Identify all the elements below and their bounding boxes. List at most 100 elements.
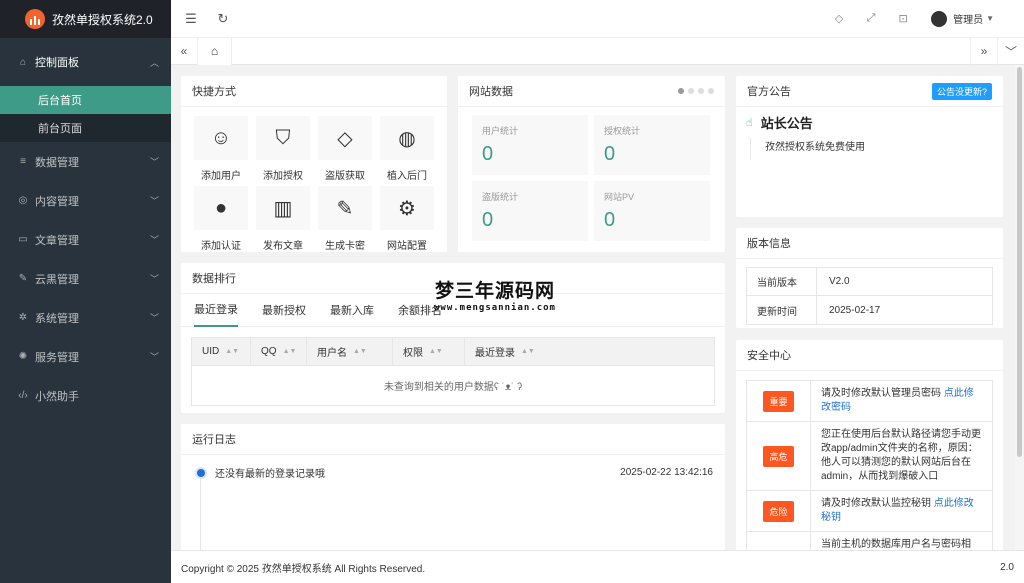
security-message: 当前主机的数据库用户名与密码相: [821, 539, 971, 550]
sidebar-item-label: 服务管理: [35, 351, 79, 364]
sidebar: 孜然单授权系统2.0 ⌂ 控制面板 ︿ 后台首页 前台页面 ≡ 数据管理 ﹀ ◎…: [0, 0, 171, 583]
card-header: 网站数据: [458, 76, 725, 107]
sidebar-item-home[interactable]: 后台首页: [0, 86, 171, 114]
stat-label: 网站PV: [604, 192, 635, 202]
sidebar-item-assistant[interactable]: ‹/› 小然助手: [0, 376, 171, 415]
sidebar-item-data[interactable]: ≡ 数据管理 ﹀: [0, 142, 171, 181]
shortcut-site-config[interactable]: ⚙ 网站配置: [380, 186, 434, 252]
scrollbar-thumb[interactable]: [1017, 67, 1022, 457]
version-table: 当前版本 V2.0 更新时间 2025-02-17: [746, 267, 993, 325]
palette-icon: ◍: [380, 116, 434, 160]
shortcut-publish[interactable]: ▥ 发布文章: [256, 186, 310, 252]
version-key: 当前版本: [747, 267, 817, 296]
version-card: 版本信息 当前版本 V2.0 更新时间 2025-02-17: [736, 228, 1003, 328]
shortcut-add-user[interactable]: ☺ 添加用户: [194, 116, 248, 182]
stat-licenses: 授权统计 0: [594, 115, 710, 175]
shortcut-label: 网站配置: [387, 241, 427, 252]
column-header-username[interactable]: 用户名 ▲▼: [307, 337, 393, 366]
column-header-uid[interactable]: UID ▲▼: [192, 337, 251, 366]
column-header-last-login[interactable]: 最近登录 ▲▼: [465, 338, 714, 366]
lock-icon[interactable]: ⊡: [887, 12, 919, 25]
logo-icon: [25, 9, 45, 29]
sidebar-group-label: 控制面板: [35, 57, 79, 69]
stat-piracy: 盗版统计 0: [472, 181, 588, 241]
stat-label: 盗版统计: [482, 192, 519, 202]
log-card: 运行日志 还没有最新的登录记录哦 2025-02-22 13:42:16: [181, 424, 725, 550]
footer-version: 2.0: [1000, 561, 1014, 573]
shortcut-piracy[interactable]: ◇ 盗版获取: [318, 116, 372, 182]
user-icon: ☺: [194, 116, 248, 160]
stats-grid: 用户统计 0 授权统计 0 盗版统计 0 网站PV 0: [458, 107, 725, 241]
stat-label: 用户统计: [482, 126, 519, 136]
sidebar-group-dashboard[interactable]: ⌂ 控制面板 ︿: [0, 38, 171, 86]
log-text: 还没有最新的登录记录哦: [215, 469, 325, 480]
top-header: ☰ ↻ ◇ ⤢ ⊡ 管理员 ▼: [171, 0, 1024, 38]
card-title: 网站数据: [469, 86, 513, 98]
security-message: 请及时修改默认监控秘钥: [821, 498, 934, 509]
scroll-left-icon[interactable]: «: [171, 37, 198, 65]
sidebar-item-system[interactable]: ✲ 系统管理 ﹀: [0, 298, 171, 337]
sort-icon: ▲▼: [429, 348, 443, 355]
sidebar-item-frontend[interactable]: 前台页面: [0, 114, 171, 142]
tab-latest-entry[interactable]: 最新入库: [330, 294, 374, 327]
chevron-down-icon: ﹀: [149, 274, 159, 284]
menu-toggle-icon[interactable]: ☰: [175, 11, 207, 27]
table-row: 当前版本 V2.0: [747, 267, 992, 296]
sidebar-item-service[interactable]: ✺ 服务管理 ﹀: [0, 337, 171, 376]
tab-latest-license[interactable]: 最新授权: [262, 294, 306, 327]
stat-value: 0: [604, 143, 616, 165]
chevron-down-icon[interactable]: ﹀: [997, 37, 1024, 65]
notice-card: 官方公告 公告没更新? ☝ 站长公告 孜然授权系统免费使用: [736, 76, 1003, 217]
shortcut-add-auth[interactable]: ● 添加认证: [194, 186, 248, 252]
shortcut-backdoor[interactable]: ◍ 植入后门: [380, 116, 434, 182]
sidebar-item-blacklist[interactable]: ✎ 云黑管理 ﹀: [0, 259, 171, 298]
version-value: V2.0: [829, 276, 850, 287]
security-message: 请及时修改默认管理员密码: [821, 388, 944, 399]
shortcut-card-keys[interactable]: ✎ 生成卡密: [318, 186, 372, 252]
stat-value: 0: [482, 143, 494, 165]
update-notice-button[interactable]: 公告没更新?: [931, 82, 992, 100]
scroll-right-icon[interactable]: »: [970, 37, 997, 65]
watermark-title: 梦三年源码网: [434, 280, 555, 302]
tab-home[interactable]: ⌂: [198, 37, 232, 65]
book-icon: ▭: [18, 234, 28, 245]
service-icon: ✺: [18, 351, 28, 362]
refresh-icon[interactable]: ↻: [207, 11, 239, 27]
table-row: 危险 请及时修改默认监控秘钥 点此修改秘钥: [747, 491, 992, 532]
compass-icon: ●: [194, 186, 248, 230]
avatar[interactable]: [931, 10, 948, 27]
card-header: 官方公告 公告没更新?: [736, 76, 1003, 107]
shortcut-add-license[interactable]: ⛉ 添加授权: [256, 116, 310, 182]
tag-icon[interactable]: ◇: [823, 12, 855, 25]
chevron-down-icon: ﹀: [149, 196, 159, 206]
tab-recent-login[interactable]: 最近登录: [194, 294, 238, 327]
chevron-down-icon: ﹀: [149, 157, 159, 167]
table-row: 当前主机的数据库用户名与密码相: [747, 532, 992, 550]
log-entry: 还没有最新的登录记录哦 2025-02-22 13:42:16: [181, 455, 725, 480]
security-table: 重要 请及时修改默认管理员密码 点此修改密码 高危 您正在使用后台默认路径请您手…: [746, 380, 993, 550]
sidebar-item-label: 文章管理: [35, 234, 79, 247]
tab-bar-right: » ﹀: [970, 37, 1024, 65]
carousel-dots[interactable]: [678, 88, 714, 94]
caret-down-icon[interactable]: ▼: [986, 14, 994, 23]
edit-doc-icon: ✎: [318, 186, 372, 230]
user-name[interactable]: 管理员: [953, 11, 983, 26]
stat-pv: 网站PV 0: [594, 181, 710, 241]
column-header-qq[interactable]: QQ ▲▼: [251, 337, 307, 366]
watermark: 梦三年源码网 www.mengsannian.com: [434, 276, 556, 313]
sidebar-item-label: 数据管理: [35, 156, 79, 169]
column-header-role[interactable]: 权限 ▲▼: [393, 337, 465, 366]
scrollbar[interactable]: [1015, 65, 1024, 550]
notice-body: 孜然授权系统免费使用: [750, 138, 1003, 160]
tab-bar: « ⌂ » ﹀: [171, 37, 1024, 65]
sidebar-item-content[interactable]: ◎ 内容管理 ﹀: [0, 181, 171, 220]
timeline-line: [200, 479, 201, 550]
sidebar-item-label: 内容管理: [35, 195, 79, 208]
settings-icon: ✲: [18, 312, 28, 323]
fullscreen-icon[interactable]: ⤢: [855, 12, 887, 25]
log-time: 2025-02-22 13:42:16: [620, 467, 713, 478]
app-logo[interactable]: 孜然单授权系统2.0: [0, 0, 171, 38]
card-title: 快捷方式: [181, 76, 447, 107]
sidebar-item-articles[interactable]: ▭ 文章管理 ﹀: [0, 220, 171, 259]
card-title: 官方公告: [747, 86, 791, 98]
